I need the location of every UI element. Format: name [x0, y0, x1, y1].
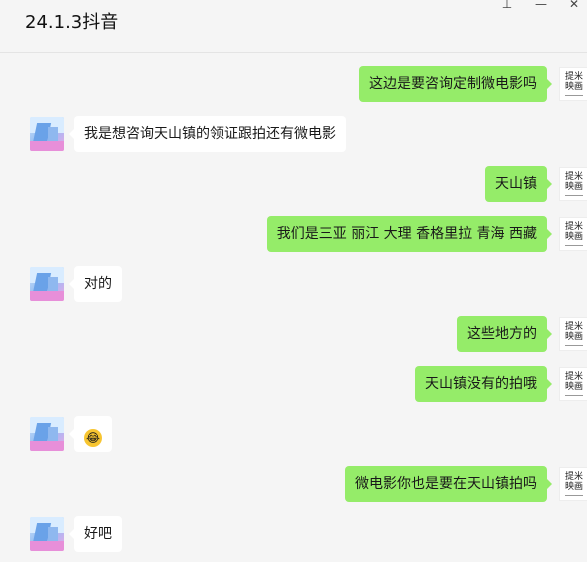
close-icon[interactable]: ✕ [564, 0, 584, 11]
avatar-decoration [565, 195, 583, 196]
avatar-text-line1: 提米 [564, 472, 583, 482]
chat-title: 24.1.3抖音 [25, 12, 119, 33]
avatar-text-line2: 映画 [564, 382, 583, 392]
message-row: 好吧 [0, 516, 587, 556]
self-avatar[interactable]: 提米 映画 [559, 367, 587, 401]
contact-avatar[interactable] [30, 517, 64, 551]
message-row: 天山镇 提米 映画 [0, 166, 587, 206]
avatar-text-line1: 提米 [564, 372, 583, 382]
message-row: 我们是三亚 丽江 大理 香格里拉 青海 西藏 提米 映画 [0, 216, 587, 256]
avatar-decoration [565, 95, 583, 96]
message-row: 天山镇没有的拍哦 提米 映画 [0, 366, 587, 406]
avatar-decoration [565, 395, 583, 396]
pin-icon[interactable]: ⊥ [497, 0, 517, 11]
message-bubble-sent[interactable]: 我们是三亚 丽江 大理 香格里拉 青海 西藏 [266, 216, 553, 252]
message-row: 这边是要咨询定制微电影吗 提米 映画 [0, 66, 587, 106]
contact-avatar[interactable] [30, 267, 64, 301]
avatar-text-line1: 提米 [564, 72, 583, 82]
avatar-text-line2: 映画 [564, 332, 583, 342]
message-bubble-received[interactable]: 我是想咨询天山镇的领证跟拍还有微电影 [69, 116, 346, 152]
avatar-decoration [565, 245, 583, 246]
laughing-emoji-icon: 😂 [84, 429, 102, 447]
avatar-text-line1: 提米 [564, 222, 583, 232]
chat-header: 24.1.3抖音 ⊥ — ✕ [0, 0, 587, 53]
contact-avatar[interactable] [30, 417, 64, 451]
message-bubble-received[interactable]: 好吧 [69, 516, 122, 552]
message-list[interactable]: 这边是要咨询定制微电影吗 提米 映画 我是想咨询天山镇的领证跟拍还有微电影 天山… [0, 53, 587, 562]
message-row: 😂 [0, 416, 587, 456]
message-bubble-sent[interactable]: 这边是要咨询定制微电影吗 [359, 66, 552, 102]
message-row: 这些地方的 提米 映画 [0, 316, 587, 356]
avatar-text-line2: 映画 [564, 482, 583, 492]
message-bubble-sent[interactable]: 天山镇 [485, 166, 552, 202]
self-avatar[interactable]: 提米 映画 [559, 467, 587, 501]
message-bubble-received[interactable]: 对的 [69, 266, 122, 302]
message-bubble-sent[interactable]: 天山镇没有的拍哦 [415, 366, 552, 402]
self-avatar[interactable]: 提米 映画 [559, 317, 587, 351]
message-bubble-sent[interactable]: 微电影你也是要在天山镇拍吗 [345, 466, 552, 502]
contact-avatar[interactable] [30, 117, 64, 151]
avatar-text-line2: 映画 [564, 82, 583, 92]
avatar-text-line2: 映画 [564, 182, 583, 192]
self-avatar[interactable]: 提米 映画 [559, 167, 587, 201]
self-avatar[interactable]: 提米 映画 [559, 217, 587, 251]
self-avatar[interactable]: 提米 映画 [559, 67, 587, 101]
avatar-decoration [565, 495, 583, 496]
avatar-text-line1: 提米 [564, 322, 583, 332]
message-row: 对的 [0, 266, 587, 306]
message-row: 微电影你也是要在天山镇拍吗 提米 映画 [0, 466, 587, 506]
avatar-text-line2: 映画 [564, 232, 583, 242]
avatar-decoration [565, 345, 583, 346]
message-row: 我是想咨询天山镇的领证跟拍还有微电影 [0, 116, 587, 156]
message-bubble-sent[interactable]: 这些地方的 [457, 316, 552, 352]
message-bubble-received[interactable]: 😂 [69, 416, 112, 452]
avatar-text-line1: 提米 [564, 172, 583, 182]
minimize-icon[interactable]: — [531, 0, 551, 11]
